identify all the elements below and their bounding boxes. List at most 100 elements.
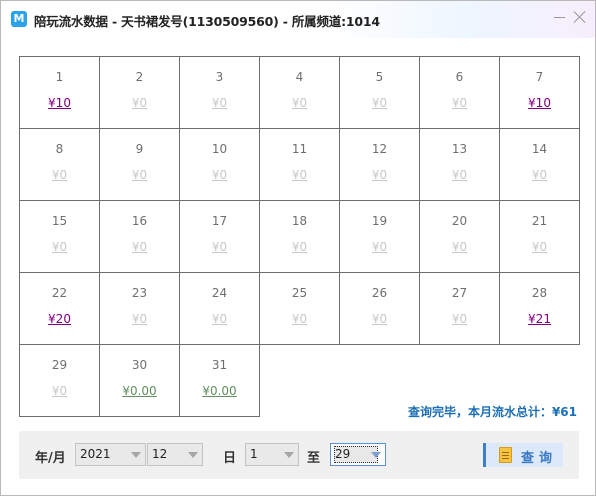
minimize-icon[interactable]	[554, 17, 565, 18]
day-amount-link[interactable]: ¥0	[500, 240, 579, 254]
day-number: 2	[135, 70, 144, 84]
window-title: 陪玩流水数据 - 天书裙发号(1130509560) - 所属频道:1014	[34, 14, 380, 29]
calendar-day-cell: 14 ¥0	[499, 128, 580, 201]
calendar-day-cell: 2 ¥0	[99, 56, 180, 129]
close-icon[interactable]	[573, 10, 587, 24]
filter-panel: 年/月 2021 12 日 1 至 29 查询	[19, 431, 579, 479]
calendar-day-cell: 24 ¥0	[179, 272, 260, 345]
day-amount-link[interactable]: ¥21	[500, 312, 579, 326]
document-icon	[499, 447, 512, 463]
day-amount-link[interactable]: ¥0	[100, 168, 179, 182]
day-amount-link[interactable]: ¥0	[340, 96, 419, 110]
calendar-day-cell: 13 ¥0	[419, 128, 500, 201]
calendar-day-cell: 31 ¥0.00	[179, 344, 260, 417]
day-amount-link[interactable]: ¥0	[340, 168, 419, 182]
day-number: 4	[295, 70, 304, 84]
day-amount-link[interactable]: ¥0	[100, 240, 179, 254]
calendar-day-cell: 29 ¥0	[19, 344, 100, 417]
calendar-day-cell: 28 ¥21	[499, 272, 580, 345]
day-amount-link[interactable]: ¥10	[500, 96, 579, 110]
calendar-day-cell: 18 ¥0	[259, 200, 340, 273]
day-number: 8	[55, 142, 64, 156]
day-number: 24	[211, 286, 228, 300]
day-amount-link[interactable]: ¥0	[340, 240, 419, 254]
day-amount-link[interactable]: ¥0	[100, 312, 179, 326]
day-amount-link[interactable]: ¥10	[20, 96, 99, 110]
calendar-day-cell: 6 ¥0	[419, 56, 500, 129]
to-day-select[interactable]: 29	[330, 443, 386, 466]
chevron-down-icon[interactable]	[371, 452, 381, 458]
day-number: 16	[131, 214, 148, 228]
day-number: 19	[371, 214, 388, 228]
month-select[interactable]: 12	[147, 443, 203, 466]
month-value: 12	[152, 447, 168, 461]
calendar-day-cell: 27 ¥0	[419, 272, 500, 345]
day-number: 9	[135, 142, 144, 156]
chevron-down-icon[interactable]	[188, 452, 198, 458]
calendar-day-cell: 15 ¥0	[19, 200, 100, 273]
day-number: 31	[211, 358, 228, 372]
calendar-day-cell: 12 ¥0	[339, 128, 420, 201]
chevron-down-icon[interactable]	[284, 452, 294, 458]
chevron-down-icon[interactable]	[131, 452, 141, 458]
calendar-day-cell: 10 ¥0	[179, 128, 260, 201]
day-amount-link[interactable]: ¥20	[20, 312, 99, 326]
day-amount-link[interactable]: ¥0	[260, 96, 339, 110]
calendar-day-cell: 21 ¥0	[499, 200, 580, 273]
day-amount-link[interactable]: ¥0	[260, 168, 339, 182]
calendar-day-cell: 8 ¥0	[19, 128, 100, 201]
to-day-value: 29	[335, 447, 351, 461]
day-amount-link[interactable]: ¥0	[420, 96, 499, 110]
day-amount-link[interactable]: ¥0	[500, 168, 579, 182]
day-amount-link[interactable]: ¥0.00	[100, 384, 179, 398]
day-number: 28	[531, 286, 548, 300]
query-button-label: 查询	[521, 451, 558, 466]
day-number: 12	[371, 142, 388, 156]
day-amount-link[interactable]: ¥0.00	[180, 384, 259, 398]
day-amount-link[interactable]: ¥0	[260, 240, 339, 254]
day-amount-link[interactable]: ¥0	[260, 312, 339, 326]
calendar-day-cell: 3 ¥0	[179, 56, 260, 129]
day-amount-link[interactable]: ¥0	[420, 312, 499, 326]
day-number: 3	[215, 70, 224, 84]
calendar-day-cell: 11 ¥0	[259, 128, 340, 201]
calendar-day-cell: 1 ¥10	[19, 56, 100, 129]
calendar-day-cell: 16 ¥0	[99, 200, 180, 273]
day-amount-link[interactable]: ¥0	[180, 240, 259, 254]
day-number: 29	[51, 358, 68, 372]
year-month-label: 年/月	[35, 451, 66, 466]
day-label: 日	[223, 451, 237, 466]
calendar-day-cell: 23 ¥0	[99, 272, 180, 345]
day-number: 25	[291, 286, 308, 300]
day-number: 23	[131, 286, 148, 300]
day-number: 11	[291, 142, 308, 156]
day-number: 27	[451, 286, 468, 300]
day-amount-link[interactable]: ¥0	[20, 240, 99, 254]
query-button[interactable]: 查询	[483, 443, 563, 467]
monthly-total-summary: 查询完毕，本月流水总计：¥61	[407, 405, 577, 419]
day-amount-link[interactable]: ¥0	[420, 240, 499, 254]
day-number: 15	[51, 214, 68, 228]
calendar-day-cell: 5 ¥0	[339, 56, 420, 129]
day-amount-link[interactable]: ¥0	[420, 168, 499, 182]
day-amount-link[interactable]: ¥0	[20, 384, 99, 398]
day-number: 20	[451, 214, 468, 228]
day-amount-link[interactable]: ¥0	[100, 96, 179, 110]
from-day-select[interactable]: 1	[245, 443, 299, 466]
calendar-day-cell: 22 ¥20	[19, 272, 100, 345]
day-amount-link[interactable]: ¥0	[180, 168, 259, 182]
day-number: 10	[211, 142, 228, 156]
day-amount-link[interactable]: ¥0	[340, 312, 419, 326]
calendar-day-cell: 17 ¥0	[179, 200, 260, 273]
day-number: 5	[375, 70, 384, 84]
day-amount-link[interactable]: ¥0	[20, 168, 99, 182]
day-number: 6	[455, 70, 464, 84]
day-number: 17	[211, 214, 228, 228]
day-amount-link[interactable]: ¥0	[180, 96, 259, 110]
day-number: 1	[55, 70, 64, 84]
calendar-day-cell: 19 ¥0	[339, 200, 420, 273]
day-number: 13	[451, 142, 468, 156]
from-day-value: 1	[250, 447, 258, 461]
day-amount-link[interactable]: ¥0	[180, 312, 259, 326]
year-select[interactable]: 2021	[75, 443, 146, 466]
